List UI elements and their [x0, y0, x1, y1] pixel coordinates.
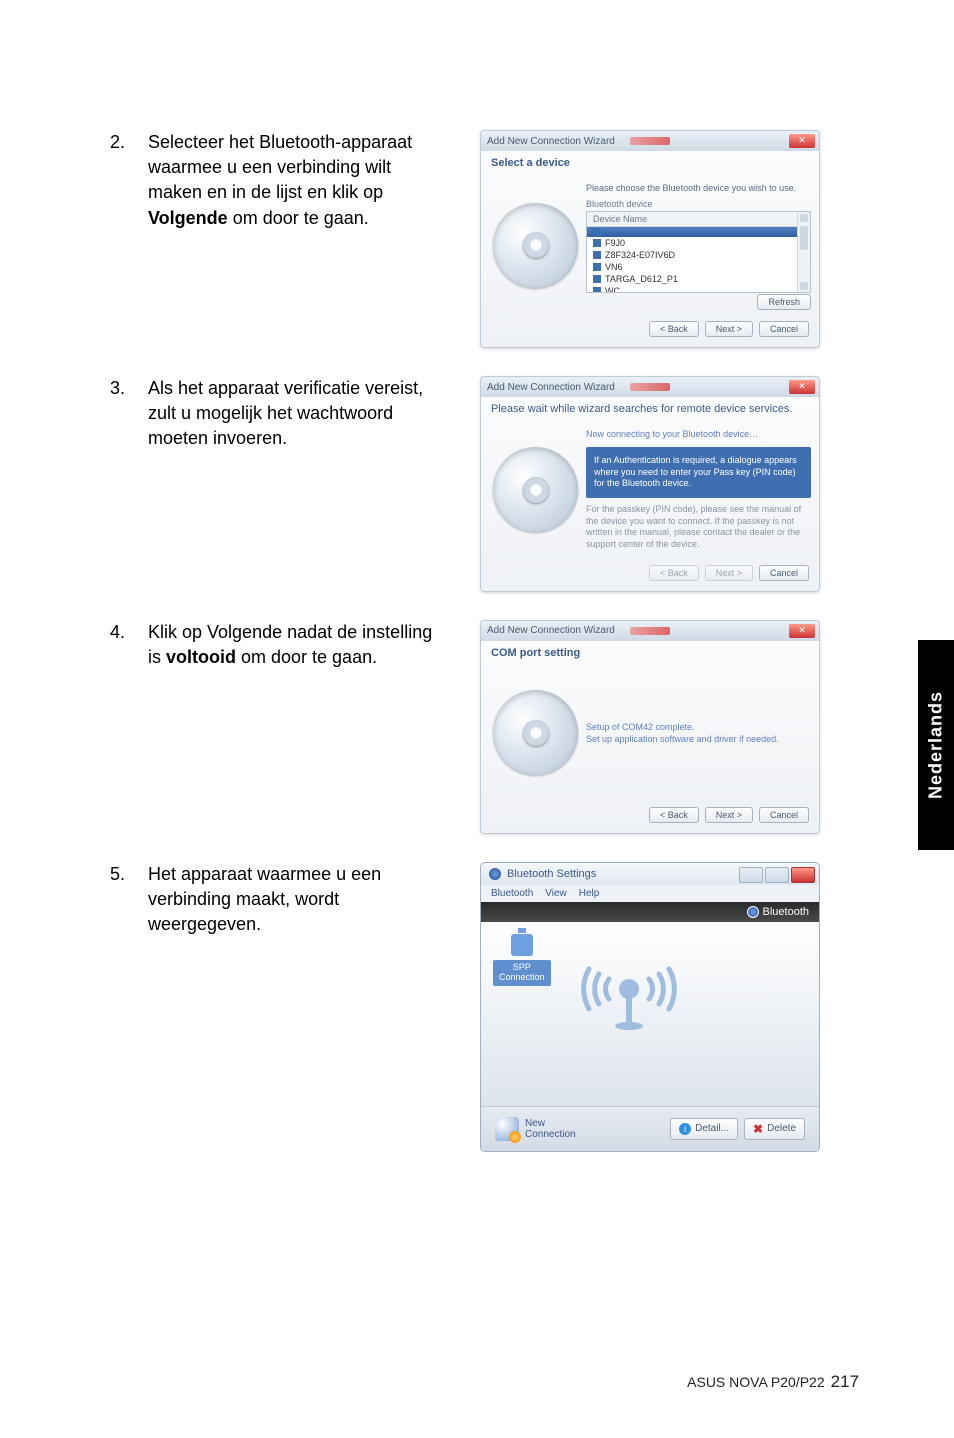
delete-button[interactable]: ✖ Delete — [744, 1118, 805, 1140]
scrollbar[interactable] — [797, 212, 810, 292]
list-item[interactable]: VN6 — [587, 261, 810, 273]
next-button[interactable]: Next > — [705, 321, 753, 337]
back-button[interactable]: < Back — [649, 321, 699, 337]
maximize-button[interactable] — [765, 867, 789, 883]
back-button[interactable]: < Back — [649, 565, 699, 581]
dialog-subtitle: Select a device — [481, 151, 819, 175]
close-icon[interactable]: ✕ — [789, 380, 815, 394]
new-connection-icon — [495, 1117, 519, 1141]
cancel-button[interactable]: Cancel — [759, 321, 809, 337]
new-connection-button[interactable]: New Connection — [495, 1117, 576, 1141]
close-icon[interactable]: ✕ — [789, 134, 815, 148]
page-footer: ASUS NOVA P20/P22217 — [687, 1372, 859, 1392]
list-item[interactable]: Z8F324-E07IV6D — [587, 249, 810, 261]
menu-item[interactable]: Help — [579, 888, 600, 899]
dialog-title: Add New Connection Wizard — [487, 625, 615, 636]
signal-graphic — [569, 934, 689, 1044]
window-title: Bluetooth Settings — [507, 868, 596, 880]
next-button[interactable]: Next > — [705, 807, 753, 823]
step-text: Klik op Volgende nadat de instelling is … — [148, 620, 450, 670]
next-button[interactable]: Next > — [705, 565, 753, 581]
device-list[interactable]: Device Name F9J0 Z8F324-E07IV6D VN6 TARG… — [586, 211, 811, 293]
info-icon: i — [679, 1123, 691, 1135]
list-header: Device Name — [587, 212, 810, 227]
list-item[interactable]: WC — [587, 285, 810, 293]
step-text: Selecteer het Bluetooth-apparaat waarmee… — [148, 130, 450, 231]
step-text: Het apparaat waarmee u een verbinding ma… — [148, 862, 450, 938]
language-tab: Nederlands — [918, 640, 954, 850]
step-number: 5. — [110, 862, 148, 887]
delete-icon: ✖ — [753, 1122, 763, 1136]
brand-label: Bluetooth — [763, 906, 809, 918]
info-box: If an Authentication is required, a dial… — [586, 447, 811, 498]
bluetooth-icon — [489, 868, 501, 880]
close-icon[interactable]: ✕ — [789, 624, 815, 638]
dialog-title: Add New Connection Wizard — [487, 136, 615, 147]
list-item[interactable] — [587, 227, 810, 237]
cancel-button[interactable]: Cancel — [759, 807, 809, 823]
step-number: 4. — [110, 620, 148, 645]
list-item[interactable]: TARGA_D612_P1 — [587, 273, 810, 285]
step-text: Als het apparaat verificatie vereist, zu… — [148, 376, 450, 452]
status-text: Setup of COM42 complete. — [586, 722, 811, 732]
menu-item[interactable]: View — [545, 888, 567, 899]
cd-graphic — [493, 690, 578, 775]
detail-button[interactable]: i Detail... — [670, 1118, 738, 1140]
dialog-title: Add New Connection Wizard — [487, 382, 615, 393]
hint-text: For the passkey (PIN code), please see t… — [586, 504, 811, 551]
field-label: Bluetooth device — [586, 199, 811, 209]
step-number: 3. — [110, 376, 148, 401]
bluetooth-settings-window: Bluetooth Settings Bluetooth View Help B… — [480, 862, 820, 1152]
bluetooth-icon — [747, 906, 759, 918]
status-text: Now connecting to your Bluetooth device… — [586, 429, 811, 439]
step-number: 2. — [110, 130, 148, 155]
refresh-button[interactable]: Refresh — [757, 294, 811, 310]
dialog-subtitle: COM port setting — [481, 641, 819, 665]
back-button[interactable]: < Back — [649, 807, 699, 823]
wizard-searching: Add New Connection Wizard ✕ Please wait … — [480, 376, 820, 592]
cd-graphic — [493, 447, 578, 532]
hint-text: Set up application software and driver i… — [586, 734, 811, 744]
wizard-complete: Add New Connection Wizard ✕ COM port set… — [480, 620, 820, 834]
minimize-button[interactable] — [739, 867, 763, 883]
device-icon[interactable]: SPP Connection — [493, 934, 551, 986]
prompt-text: Please choose the Bluetooth device you w… — [586, 183, 811, 193]
close-button[interactable] — [791, 867, 815, 883]
cancel-button[interactable]: Cancel — [759, 565, 809, 581]
menu-item[interactable]: Bluetooth — [491, 888, 533, 899]
menu-bar[interactable]: Bluetooth View Help — [481, 885, 819, 902]
dialog-subtitle: Please wait while wizard searches for re… — [481, 397, 819, 421]
list-item[interactable]: F9J0 — [587, 237, 810, 249]
wizard-select-device: Add New Connection Wizard ✕ Select a dev… — [480, 130, 820, 348]
cd-graphic — [493, 203, 578, 288]
